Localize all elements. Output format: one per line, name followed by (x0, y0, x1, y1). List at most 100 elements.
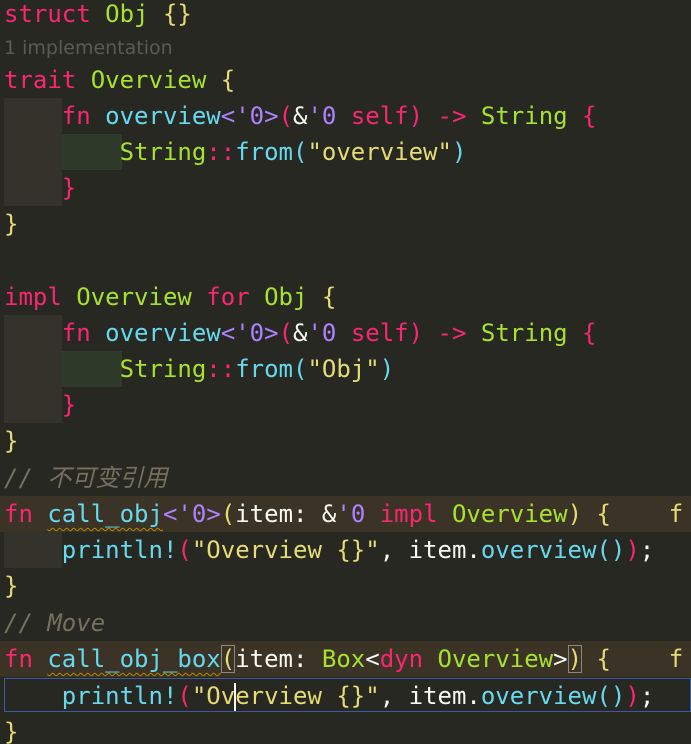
type-name: String (119, 138, 207, 166)
code-line-16[interactable]: println!("Overview {}", item.overview())… (0, 532, 654, 568)
keyword: fn (61, 102, 91, 130)
type-name: String (119, 355, 207, 383)
type-name: Overview (90, 66, 207, 94)
parameter: item (235, 500, 294, 528)
codelens-implementations[interactable]: 1 implementation (4, 36, 173, 60)
arrow: -> (437, 102, 467, 130)
code-line-20[interactable]: println!("Overview {}", item.overview())… (0, 678, 654, 714)
type-name: Obj (264, 283, 308, 311)
generic-open: < (162, 500, 178, 528)
method-call: overview (480, 682, 597, 710)
keyword: fn (61, 319, 91, 347)
brace: } (4, 210, 19, 238)
code-line-11[interactable]: String::from("Obj") (0, 351, 395, 387)
code-line-19[interactable]: fn call_obj_box(item: Box<dyn Overview>)… (0, 641, 683, 677)
macro-call: println! (61, 682, 178, 710)
keyword: for (206, 283, 250, 311)
brace: {} (162, 0, 192, 28)
code-line-13[interactable]: } (0, 423, 18, 459)
function-name-warning: call_obj (47, 500, 163, 528)
paren: ) (625, 536, 640, 564)
string-literal: "overview" (307, 138, 452, 166)
path-separator: :: (206, 355, 236, 383)
method-call: overview (480, 536, 597, 564)
lifetime: '0 (307, 102, 337, 130)
code-line-21[interactable]: } (0, 714, 18, 744)
type-name: Overview (437, 645, 554, 673)
function-name: overview (105, 319, 221, 347)
paren: ( (278, 102, 294, 130)
paren: ( (278, 319, 294, 347)
paren: ) (625, 682, 640, 710)
keyword: struct (4, 0, 91, 28)
function-name-warning: call_obj_box (47, 645, 221, 673)
matched-paren: ( (220, 645, 236, 673)
inlay-hint: f (668, 645, 684, 673)
macro-call: println! (61, 536, 178, 564)
type-name: Overview (76, 283, 192, 311)
brace: } (4, 572, 19, 600)
brace: { (220, 66, 236, 94)
variable: item (408, 536, 467, 564)
lifetime: '0 (307, 319, 337, 347)
code-line-5[interactable]: String::from("overview") (0, 134, 467, 170)
lifetime: '0 (235, 319, 265, 347)
generic-open: < (220, 319, 236, 347)
ampersand: & (293, 319, 308, 347)
brace: { (321, 283, 337, 311)
codelens-text[interactable]: 1 implementation (4, 37, 173, 59)
code-line-3[interactable]: trait Overview { (0, 62, 235, 98)
colon: : (293, 645, 308, 673)
type-name: String (480, 319, 568, 347)
lifetime: '0 (336, 500, 366, 528)
brace: } (4, 718, 19, 744)
brace: { (582, 319, 597, 347)
code-line-1[interactable]: struct Obj {} (0, 0, 192, 32)
code-line-10[interactable]: fn overview<'0>(&'0 self) -> String { (0, 315, 597, 351)
keyword: trait (4, 66, 77, 94)
keyword: impl (379, 500, 438, 528)
keyword: dyn (379, 645, 424, 673)
code-editor[interactable]: struct Obj {} 1 implementation trait Ove… (0, 0, 691, 744)
lifetime: '0 (177, 500, 207, 528)
brace: { (582, 102, 597, 130)
matched-paren: ) (567, 645, 583, 673)
variable: item (408, 682, 467, 710)
code-line-6[interactable]: } (0, 170, 76, 206)
path-separator: :: (206, 138, 236, 166)
paren: ( (177, 536, 192, 564)
comma: , (379, 682, 395, 710)
comment: // 不可变引用 (4, 464, 168, 492)
paren: () (596, 682, 626, 710)
code-line-7[interactable]: } (0, 206, 18, 242)
paren: ) (408, 319, 424, 347)
inlay-hint: f (668, 500, 684, 528)
paren: () (596, 536, 626, 564)
paren: ( (293, 355, 308, 383)
type-name: Overview (451, 500, 568, 528)
lifetime: '0 (235, 102, 265, 130)
parameter: item (235, 645, 293, 673)
code-line-4[interactable]: fn overview<'0>(&'0 self) -> String { (0, 98, 597, 134)
string-literal: erview {}" (235, 682, 380, 710)
paren: ( (177, 682, 192, 710)
code-line-15[interactable]: fn call_obj<'0>(item: &'0 impl Overview)… (0, 496, 683, 532)
generic-close: > (553, 645, 568, 673)
generic-close: > (206, 500, 221, 528)
type-name: String (480, 102, 568, 130)
generic-close: > (264, 102, 279, 130)
comment: // Move (4, 609, 106, 637)
function-name: from (235, 138, 293, 166)
keyword: fn (4, 500, 33, 528)
code-line-17[interactable]: } (0, 568, 18, 604)
type-name: Box (321, 645, 366, 673)
dot: . (466, 536, 481, 564)
code-line-12[interactable]: } (0, 387, 76, 423)
code-line-14[interactable]: // 不可变引用 (0, 460, 167, 496)
code-line-18[interactable]: // Move (0, 605, 105, 641)
code-line-9[interactable]: impl Overview for Obj { (0, 279, 336, 315)
brace: { (596, 645, 611, 673)
generic-close: > (264, 319, 279, 347)
comma: , (379, 536, 395, 564)
brace: } (4, 427, 19, 455)
